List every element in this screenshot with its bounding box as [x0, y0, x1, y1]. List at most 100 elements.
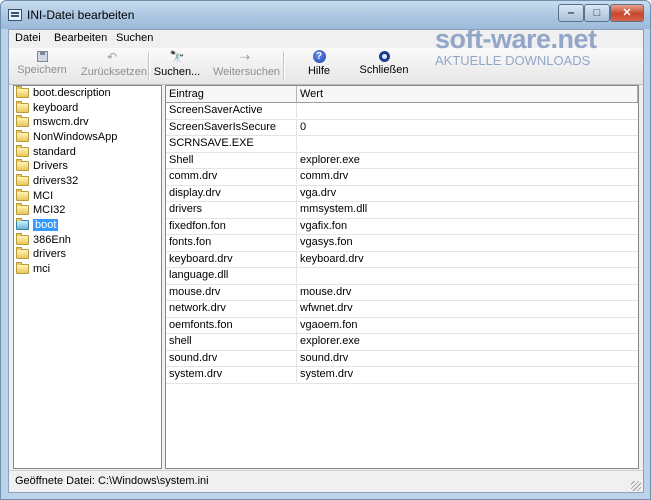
menu-suchen[interactable]: Suchen [116, 32, 153, 44]
tree-item[interactable]: mswcm.drv [14, 115, 161, 130]
status-text: Geöffnete Datei: C:\Windows\system.ini [15, 475, 209, 487]
value-cell[interactable] [297, 103, 638, 118]
tree-item[interactable]: MCI [14, 188, 161, 204]
maximize-button[interactable]: □ [584, 4, 610, 22]
value-cell[interactable] [297, 268, 638, 283]
tree-item[interactable]: 386Enh [14, 232, 161, 248]
binoculars-icon: 🔭 [169, 50, 185, 64]
entry-cell[interactable]: shell [166, 334, 297, 349]
tree-item-label: 386Enh [33, 233, 71, 246]
table-row[interactable]: comm.drv comm.drv [166, 169, 638, 186]
folder-icon [16, 247, 29, 260]
entry-cell[interactable]: mouse.drv [166, 284, 297, 300]
entry-cell[interactable]: network.drv [166, 301, 297, 316]
value-cell[interactable]: vga.drv [297, 186, 638, 201]
value-cell[interactable]: keyboard.drv [297, 252, 638, 267]
value-cell[interactable]: comm.drv [297, 169, 638, 184]
tree-item-label: keyboard [33, 101, 79, 114]
table-row[interactable]: display.drv vga.drv [166, 185, 638, 202]
entry-cell[interactable]: sound.drv [166, 350, 297, 366]
value-cell[interactable] [297, 136, 638, 151]
tree-item[interactable]: MCI32 [14, 203, 161, 218]
tree-item[interactable]: keyboard [14, 100, 161, 116]
table-row[interactable]: oemfonts.fon vgaoem.fon [166, 317, 638, 334]
tree-item-label: MCI32 [33, 204, 66, 217]
app-icon [8, 9, 22, 21]
tree-item[interactable]: NonWindowsApp [14, 129, 161, 145]
entry-cell[interactable]: comm.drv [166, 169, 297, 184]
value-cell[interactable]: 0 [297, 120, 638, 135]
tree-item-label: mswcm.drv [33, 116, 89, 129]
close-button[interactable]: Schließen [359, 50, 409, 82]
help-icon: ? [312, 50, 326, 63]
tree-item[interactable]: drivers32 [14, 173, 161, 189]
folder-icon [16, 188, 29, 201]
close-window-button[interactable]: ✕ [610, 4, 644, 22]
value-cell[interactable]: vgafix.fon [297, 219, 638, 234]
table-row[interactable]: ScreenSaverIsSecure 0 [166, 119, 638, 136]
entry-cell[interactable]: fonts.fon [166, 235, 297, 250]
column-header-value[interactable]: Wert [297, 86, 638, 102]
app-window: INI-Datei bearbeiten ‒ □ ✕ Datei Bearbei… [0, 0, 651, 500]
tree-item[interactable]: boot.description [14, 86, 161, 101]
entry-cell[interactable]: system.drv [166, 367, 297, 382]
table-row[interactable]: Shell explorer.exe [166, 152, 638, 169]
table-row[interactable]: keyboard.drv keyboard.drv [166, 251, 638, 268]
table-row[interactable]: shell explorer.exe [166, 334, 638, 351]
table-row[interactable]: mouse.drv mouse.drv [166, 284, 638, 301]
section-tree[interactable]: boot.description keyboard mswcm.drv NonWind… [13, 85, 162, 469]
folder-icon [16, 203, 29, 216]
value-cell[interactable]: system.drv [297, 367, 638, 382]
menu-bearbeiten[interactable]: Bearbeiten [54, 32, 107, 44]
close-icon [378, 51, 390, 62]
grid-header: Eintrag Wert [166, 86, 638, 103]
table-row[interactable]: drivers mmsystem.dll [166, 202, 638, 219]
entry-cell[interactable]: fixedfon.fon [166, 218, 297, 234]
value-cell[interactable]: vgaoem.fon [297, 318, 638, 333]
minimize-button[interactable]: ‒ [558, 4, 584, 22]
reset-label: Zurücksetzen [81, 66, 148, 78]
table-row[interactable]: system.drv system.drv [166, 367, 638, 384]
value-cell[interactable]: mmsystem.dll [297, 202, 638, 217]
tree-item[interactable]: standard [14, 144, 161, 160]
entry-cell[interactable]: oemfonts.fon [166, 317, 297, 333]
tree-item[interactable]: Drivers [14, 159, 161, 174]
value-cell[interactable]: wfwnet.drv [297, 301, 638, 316]
table-row[interactable]: network.drv wfwnet.drv [166, 301, 638, 318]
entry-cell[interactable]: Shell [166, 152, 297, 168]
entry-cell[interactable]: ScreenSaverIsSecure [166, 119, 297, 135]
search-button[interactable]: 🔭 Suchen... [153, 50, 201, 82]
entry-cell[interactable]: language.dll [166, 268, 297, 283]
table-row[interactable]: sound.drv sound.drv [166, 350, 638, 367]
entry-cell[interactable]: keyboard.drv [166, 251, 297, 267]
table-row[interactable]: language.dll [166, 268, 638, 285]
value-cell[interactable]: explorer.exe [297, 153, 638, 168]
tree-item[interactable]: drivers [14, 247, 161, 262]
value-cell[interactable]: mouse.drv [297, 285, 638, 300]
reset-button[interactable]: ↶ Zurücksetzen [81, 50, 148, 82]
tree-item[interactable]: boot [14, 217, 161, 233]
table-row[interactable]: fixedfon.fon vgafix.fon [166, 218, 638, 235]
table-row[interactable]: SCRNSAVE.EXE [166, 136, 638, 153]
search-next-button[interactable]: ⇢ Weitersuchen [213, 50, 280, 82]
resize-grip-icon[interactable] [631, 481, 641, 491]
entries-grid[interactable]: Eintrag Wert ScreenSaverActive ScreenSave… [165, 85, 639, 469]
help-label: Hilfe [307, 65, 330, 77]
value-cell[interactable]: vgasys.fon [297, 235, 638, 250]
table-row[interactable]: fonts.fon vgasys.fon [166, 235, 638, 252]
menu-datei[interactable]: Datei [15, 32, 41, 44]
help-button[interactable]: ? Hilfe [299, 50, 339, 82]
tree-item[interactable]: mci [14, 261, 161, 277]
entry-cell[interactable]: SCRNSAVE.EXE [166, 136, 297, 151]
save-button[interactable]: Speichern [17, 50, 67, 82]
entry-cell[interactable]: drivers [166, 202, 297, 217]
entry-cell[interactable]: ScreenSaverActive [166, 103, 297, 118]
folder-icon [16, 100, 29, 113]
tree-item-label: Drivers [33, 160, 68, 173]
value-cell[interactable]: explorer.exe [297, 334, 638, 349]
tree-item-label: boot [33, 218, 59, 231]
value-cell[interactable]: sound.drv [297, 351, 638, 366]
column-header-entry[interactable]: Eintrag [166, 86, 297, 102]
table-row[interactable]: ScreenSaverActive [166, 103, 638, 120]
entry-cell[interactable]: display.drv [166, 185, 297, 201]
